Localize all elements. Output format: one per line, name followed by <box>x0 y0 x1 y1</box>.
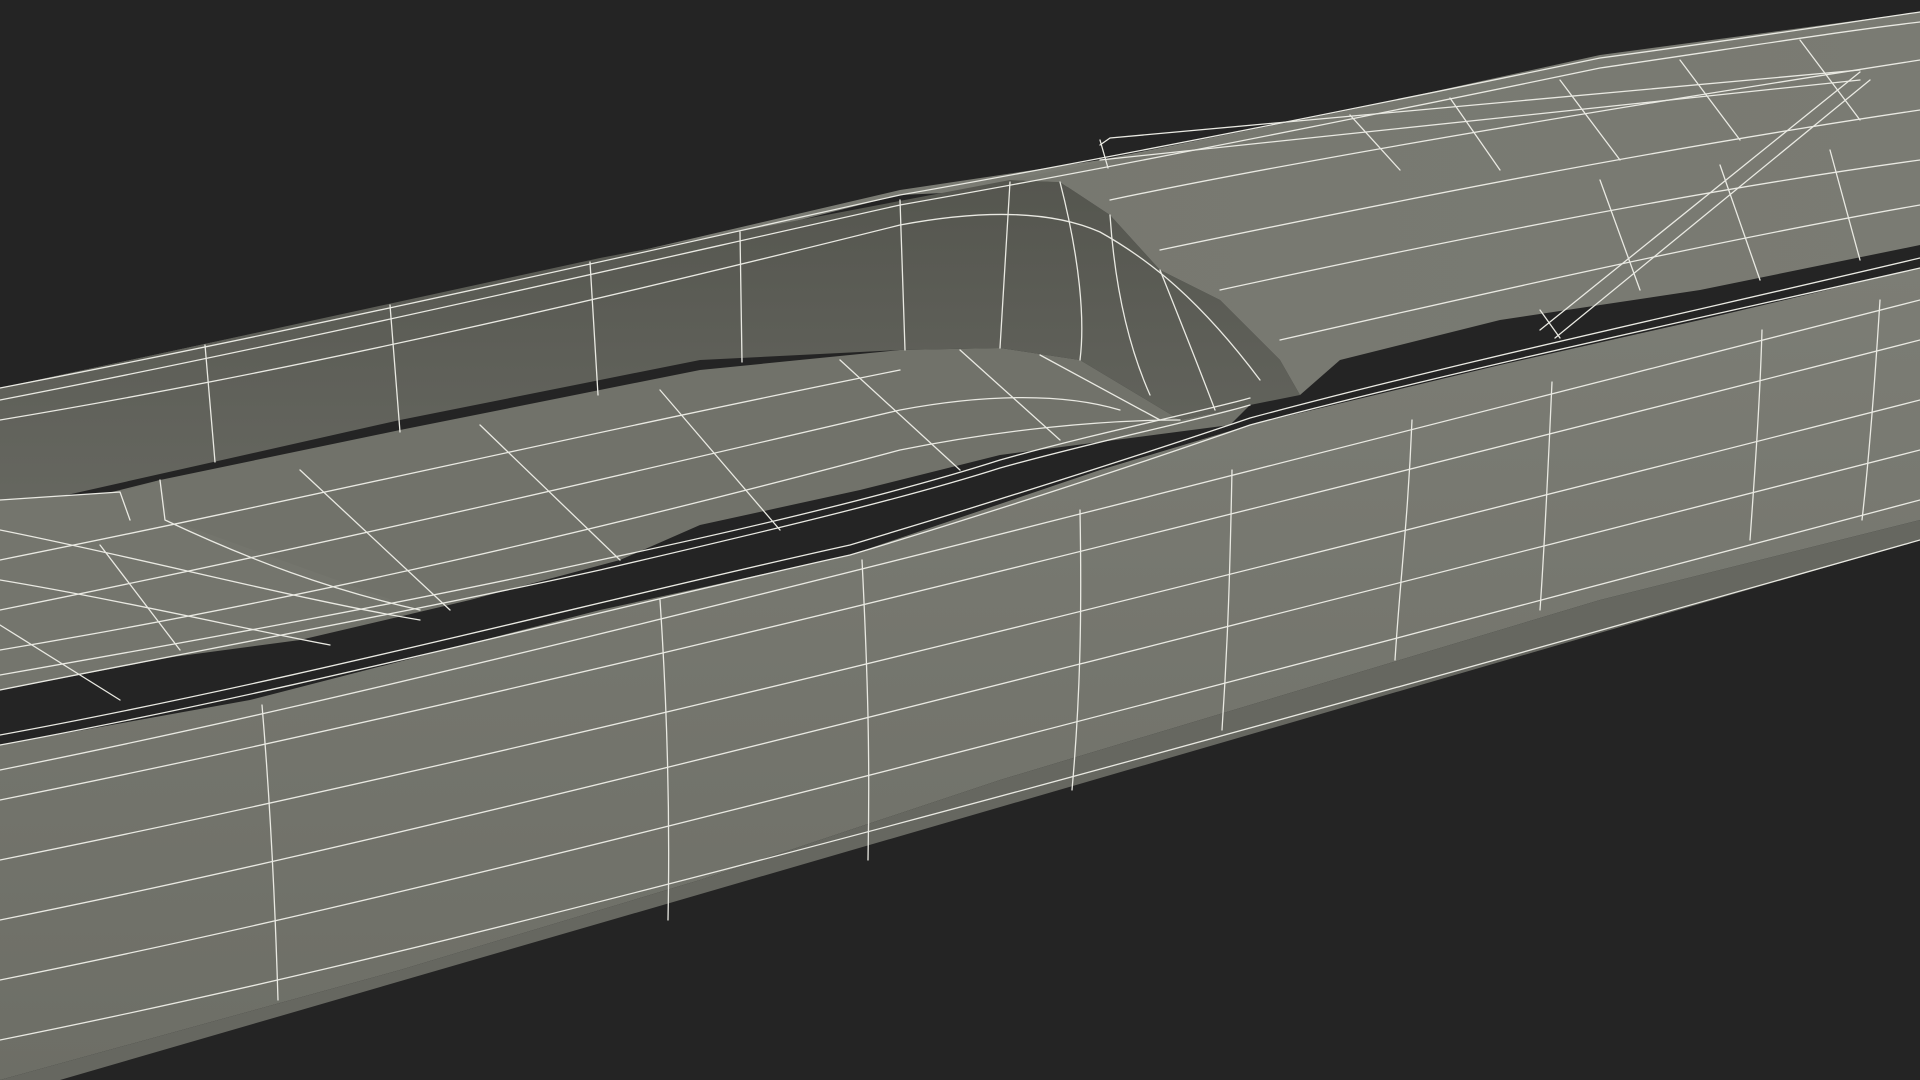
kayak-wireframe-render <box>0 0 1920 1080</box>
render-viewport[interactable] <box>0 0 1920 1080</box>
